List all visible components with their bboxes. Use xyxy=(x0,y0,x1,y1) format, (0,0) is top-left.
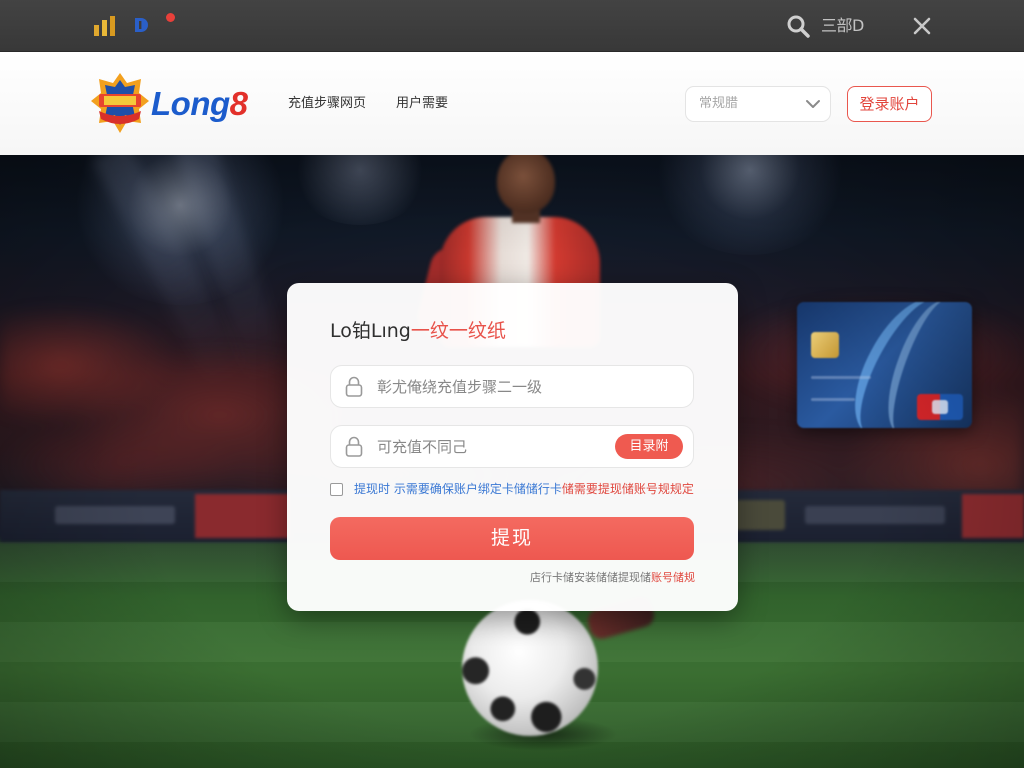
agreement-text[interactable]: 提现时 示需要确保账户绑定卡储储行卡储需要提现储账号规规定 xyxy=(354,482,694,497)
withdraw-modal: Lo铂Lıng一纹一纹纸 目录附 提现时 示需要确保账户绑定卡储储行卡储需要提现… xyxy=(287,283,738,611)
bar-chart-icon[interactable] xyxy=(93,15,117,37)
logo-wordmark: Long8 xyxy=(151,86,248,122)
top-bar: 三部D xyxy=(0,0,1024,52)
agreement-checkbox[interactable] xyxy=(330,483,343,496)
logo-text-main: Long xyxy=(151,85,230,122)
lock-icon xyxy=(345,436,363,457)
logo-text-accent: 8 xyxy=(229,85,248,122)
lock-icon xyxy=(345,376,363,397)
get-code-button[interactable]: 目录附 xyxy=(615,434,683,459)
nav-item-recharge-steps[interactable]: 充值步骤网页 xyxy=(288,95,366,113)
account-field[interactable] xyxy=(330,365,694,408)
footer-text-accent: 账号储规 xyxy=(651,571,695,584)
login-button[interactable]: 登录账户 xyxy=(847,86,932,122)
d-logo-icon[interactable] xyxy=(133,16,151,34)
footer-text: 店行卡储安装储储提现储 xyxy=(530,571,651,584)
agreement-row: 提现时 示需要确保账户绑定卡储储行卡储需要提现储账号规规定 xyxy=(330,482,700,498)
agreement-text-main: 提现时 示需要确保账户绑定卡储储行卡 xyxy=(354,482,562,496)
withdraw-submit-button[interactable]: 提现 xyxy=(330,517,694,560)
modal-title: Lo铂Lıng一纹一纹纸 xyxy=(330,319,506,343)
nav-item-user-needs[interactable]: 用户需要 xyxy=(396,95,448,113)
page: 三部D Long8 充值步骤网页 用户需要 常规腊 登录账户 Lo铂Lıng一纹… xyxy=(0,0,1024,768)
site-header: Long8 充值步骤网页 用户需要 常规腊 登录账户 xyxy=(0,52,1024,155)
modal-footer-link[interactable]: 店行卡储安装储储提现储账号储规 xyxy=(530,571,695,585)
search-icon[interactable] xyxy=(786,14,810,38)
modal-title-main: Lo铂Lıng xyxy=(330,320,411,342)
close-icon[interactable] xyxy=(912,16,932,36)
notification-dot-icon xyxy=(166,13,175,22)
account-input[interactable] xyxy=(377,366,677,407)
shield-badge-icon xyxy=(89,71,151,135)
select-value: 常规腊 xyxy=(699,96,739,111)
site-logo[interactable]: Long8 xyxy=(89,71,261,137)
topbar-label[interactable]: 三部D xyxy=(821,16,864,36)
code-field[interactable]: 目录附 xyxy=(330,425,694,468)
modal-title-accent: 一纹一纹纸 xyxy=(410,320,506,342)
agreement-text-accent: 储需要提现储账号规规定 xyxy=(561,482,694,496)
code-input[interactable] xyxy=(377,426,607,467)
category-select[interactable]: 常规腊 xyxy=(685,86,831,122)
chevron-down-icon xyxy=(805,98,821,110)
